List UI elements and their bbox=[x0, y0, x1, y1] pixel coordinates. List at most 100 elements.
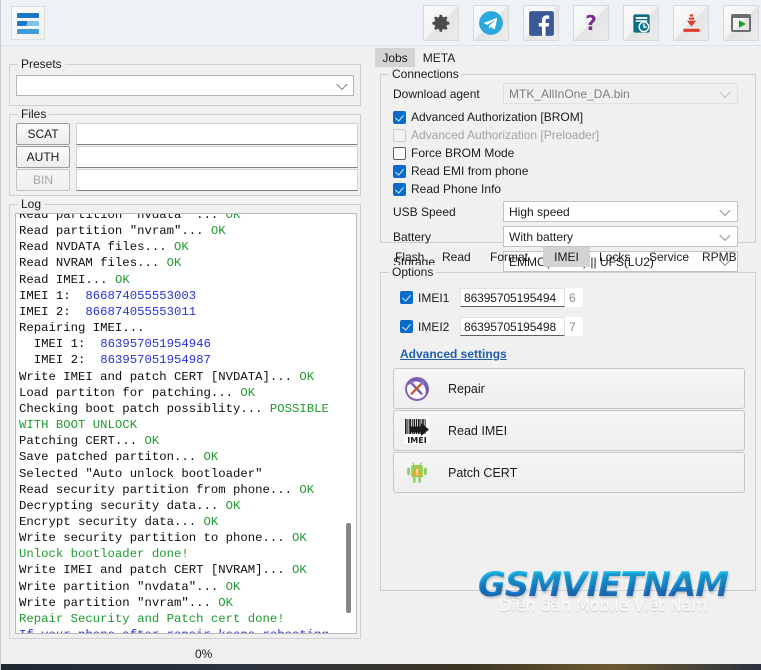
log-line: Unlock bootloader done! bbox=[19, 547, 189, 562]
checkbox-force-brom-mode[interactable]: Force BROM Mode bbox=[393, 146, 514, 160]
checkbox-label: Read Phone Info bbox=[411, 182, 502, 196]
repair-button[interactable]: Repair bbox=[393, 368, 745, 409]
auth-button[interactable]: AUTH bbox=[16, 146, 70, 168]
tab-meta[interactable]: META bbox=[419, 48, 459, 67]
tab-format[interactable]: Format bbox=[483, 247, 535, 267]
scat-path-input[interactable] bbox=[76, 123, 358, 145]
checkbox-box bbox=[393, 146, 406, 160]
checkbox-label: Read EMI from phone bbox=[411, 164, 529, 178]
log-line: Read NVRAM files... OK bbox=[19, 256, 182, 271]
tab-service[interactable]: Service bbox=[642, 247, 696, 267]
facebook-icon bbox=[528, 10, 554, 36]
svg-text:IMEI: IMEI bbox=[407, 436, 426, 445]
log-line: IMEI 2: 863957051954987 bbox=[19, 353, 211, 368]
imei1-checkbox[interactable] bbox=[400, 291, 413, 304]
imei2-checkbox[interactable] bbox=[400, 320, 413, 333]
files-legend: Files bbox=[18, 107, 50, 121]
tab-rpmb[interactable]: RPMB bbox=[695, 247, 744, 267]
hamburger-bar-1 bbox=[17, 12, 39, 18]
progress-label: 0% bbox=[195, 647, 213, 661]
imei1-label: IMEI1 bbox=[418, 290, 450, 305]
presets-group: Presets bbox=[9, 57, 361, 106]
log-line: Repair Security and Patch cert done! bbox=[19, 611, 285, 626]
log-line: Patching CERT... OK bbox=[19, 434, 160, 449]
barcode-imei-icon: IMEI bbox=[402, 416, 432, 446]
question-mark-icon: ? bbox=[585, 11, 597, 35]
download-arrow-icon bbox=[682, 13, 700, 32]
log-scrollbar-thumb[interactable] bbox=[346, 523, 351, 613]
tab-read[interactable]: Read bbox=[435, 247, 478, 267]
auth-path-input[interactable] bbox=[76, 146, 358, 168]
read-imei-button-label: Read IMEI bbox=[448, 423, 508, 438]
progress-bar: 0% bbox=[9, 645, 753, 663]
usb-speed-label: USB Speed bbox=[393, 205, 456, 219]
imei1-check-digit: 6 bbox=[565, 288, 583, 307]
options-group: Options IMEI1 86395705195494 6 IMEI2 863… bbox=[380, 265, 756, 591]
log-line: Read partition "nvram"... OK bbox=[19, 224, 226, 239]
tab-flash[interactable]: Flash bbox=[388, 247, 431, 267]
log-line: Checking boot patch possiblity... POSSIB… bbox=[19, 401, 337, 433]
imei1-row: IMEI1 86395705195494 6 bbox=[400, 288, 583, 307]
bin-path-input[interactable] bbox=[76, 169, 358, 191]
help-button[interactable]: ? bbox=[573, 5, 609, 41]
top-toolbar: ? bbox=[1, 0, 761, 46]
imei2-check-digit: 7 bbox=[565, 317, 583, 336]
checkbox-advanced-auth-brom[interactable]: Advanced Authorization [BROM] bbox=[393, 110, 583, 124]
checkbox-read-emi-from-phone[interactable]: Read EMI from phone bbox=[393, 164, 528, 178]
bottom-edge-strip bbox=[1, 664, 761, 670]
options-legend: Options bbox=[389, 265, 437, 279]
download-button[interactable] bbox=[673, 5, 709, 41]
log-output[interactable]: Read partition "nvdata" ... OK Read parti… bbox=[15, 213, 357, 634]
presets-dropdown[interactable] bbox=[16, 75, 354, 96]
log-text: Read partition "nvdata" ... OK Read parti… bbox=[19, 214, 341, 633]
right-panel: Jobs META Connections Download agent MTK… bbox=[375, 46, 761, 646]
bin-button: BIN bbox=[16, 169, 70, 191]
download-agent-label: Download agent bbox=[393, 87, 480, 101]
history-button[interactable] bbox=[623, 5, 659, 41]
svg-text:?: ? bbox=[585, 11, 597, 35]
imei1-input[interactable]: 86395705195494 bbox=[460, 288, 565, 307]
log-line: Write IMEI and patch CERT [NVRAM]... OK bbox=[19, 563, 307, 578]
battery-dropdown[interactable]: With battery bbox=[503, 226, 738, 247]
download-agent-dropdown[interactable]: MTK_AllInOne_DA.bin bbox=[503, 83, 738, 104]
facebook-button[interactable] bbox=[523, 5, 559, 41]
telegram-icon bbox=[479, 11, 503, 35]
tab-locks[interactable]: Locks bbox=[592, 247, 637, 267]
telegram-button[interactable] bbox=[473, 5, 509, 41]
advanced-settings-link[interactable]: Advanced settings bbox=[400, 347, 507, 361]
usb-speed-dropdown[interactable]: High speed bbox=[503, 201, 738, 222]
imei2-input[interactable]: 86395705195498 bbox=[460, 317, 565, 336]
chevron-down-icon bbox=[719, 86, 731, 98]
log-line: IMEI 2: 866874055553011 bbox=[19, 304, 197, 319]
connections-legend: Connections bbox=[389, 67, 462, 81]
tab-jobs[interactable]: Jobs bbox=[375, 48, 415, 67]
scat-button[interactable]: SCAT bbox=[16, 123, 70, 145]
patch-cert-button[interactable]: Patch CERT bbox=[393, 452, 745, 493]
hamburger-icon[interactable] bbox=[11, 6, 45, 40]
tab-imei[interactable]: IMEI bbox=[543, 247, 590, 267]
android-warning-icon bbox=[402, 458, 432, 488]
settings-button[interactable] bbox=[423, 5, 459, 41]
log-line: If your phone after repair keeps rebooti… bbox=[19, 627, 341, 633]
log-group: Log Read partition "nvdata" ... OK Read p… bbox=[9, 197, 361, 639]
log-line: IMEI 1: 866874055553003 bbox=[19, 288, 197, 303]
checkbox-box bbox=[393, 110, 406, 124]
repair-tools-icon bbox=[402, 374, 432, 404]
checkbox-label: Force BROM Mode bbox=[411, 146, 515, 160]
checkbox-box bbox=[393, 182, 406, 196]
checkbox-label: Advanced Authorization [BROM] bbox=[411, 110, 584, 124]
run-button[interactable] bbox=[723, 5, 759, 41]
imei2-row: IMEI2 86395705195498 7 bbox=[400, 317, 583, 336]
gear-icon bbox=[432, 14, 450, 32]
usb-speed-value: High speed bbox=[509, 204, 570, 219]
log-line: Read security partition from phone... OK bbox=[19, 482, 315, 497]
connections-group: Connections Download agent MTK_AllInOne_… bbox=[380, 67, 756, 272]
chevron-down-icon bbox=[719, 204, 731, 216]
presets-legend: Presets bbox=[18, 57, 65, 71]
log-scrollbar[interactable] bbox=[342, 215, 355, 633]
log-line: Write IMEI and patch CERT [NVDATA]... OK bbox=[19, 369, 315, 384]
checkbox-read-phone-info[interactable]: Read Phone Info bbox=[393, 182, 501, 196]
log-line: Selected "Auto unlock bootloader" bbox=[19, 466, 263, 481]
read-imei-button[interactable]: IMEI Read IMEI bbox=[393, 410, 745, 451]
document-clock-icon bbox=[632, 13, 650, 33]
